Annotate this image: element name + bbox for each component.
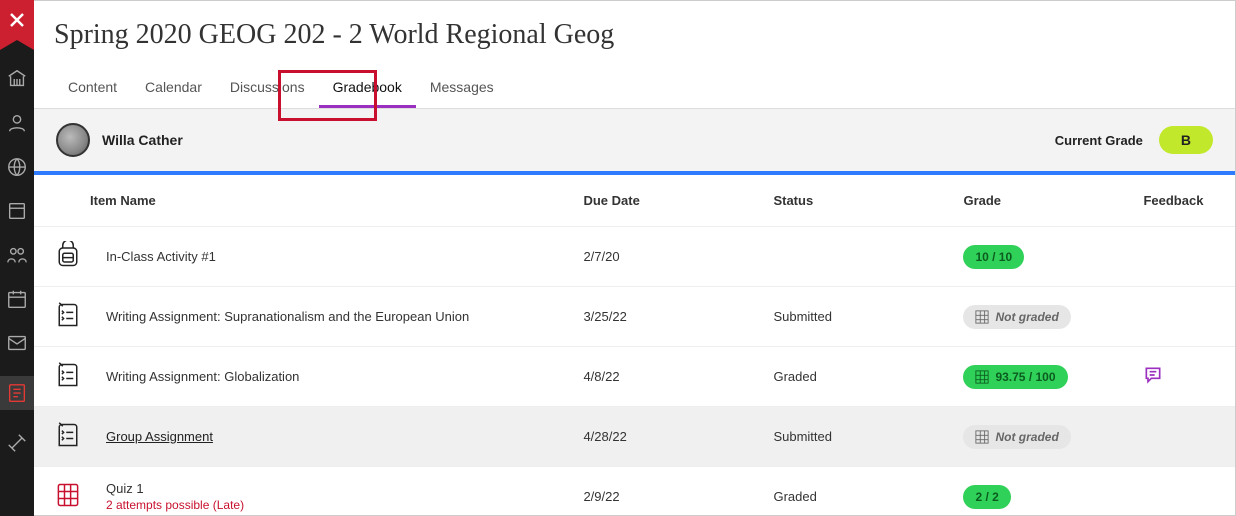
item-feedback — [1131, 347, 1235, 407]
item-name: Group Assignment — [94, 407, 571, 467]
item-name: Quiz 12 attempts possible (Late) — [94, 467, 571, 516]
close-button[interactable] — [0, 0, 34, 40]
item-name: Writing Assignment: Supranationalism and… — [94, 287, 571, 347]
grade-table: Item Name Due Date Status Grade Feedback… — [34, 175, 1235, 515]
grade-pill: 93.75 / 100 — [963, 365, 1067, 389]
grade-table-wrap[interactable]: Item Name Due Date Status Grade Feedback… — [34, 175, 1235, 515]
item-type-icon — [34, 467, 94, 516]
table-row[interactable]: In-Class Activity #1 2/7/20 10 / 10 — [34, 227, 1235, 287]
sidebar-nav — [0, 68, 34, 516]
table-row[interactable]: Writing Assignment: Globalization 4/8/22… — [34, 347, 1235, 407]
table-row[interactable]: Group Assignment 4/28/22 Submitted Not g… — [34, 407, 1235, 467]
close-icon — [9, 12, 25, 28]
calendar-icon[interactable] — [6, 288, 28, 310]
stream-icon[interactable] — [6, 200, 28, 222]
item-type-icon — [34, 287, 94, 347]
institution-icon[interactable] — [6, 68, 28, 90]
tab-content[interactable]: Content — [54, 69, 131, 108]
col-item-name: Item Name — [34, 175, 571, 227]
item-due: 4/28/22 — [571, 407, 761, 467]
col-grade: Grade — [951, 175, 1131, 227]
grades-icon[interactable] — [0, 376, 34, 410]
item-grade: Not graded — [951, 287, 1131, 347]
page-title: Spring 2020 GEOG 202 - 2 World Regional … — [34, 1, 1235, 69]
item-due: 2/9/22 — [571, 467, 761, 516]
student-name: Willa Cather — [102, 132, 183, 148]
left-sidebar — [0, 0, 34, 516]
grade-pill: 2 / 2 — [963, 485, 1010, 509]
item-status: Submitted — [761, 287, 951, 347]
item-grade: 93.75 / 100 — [951, 347, 1131, 407]
item-type-icon — [34, 347, 94, 407]
messages-icon[interactable] — [6, 332, 28, 354]
feedback-icon[interactable] — [1143, 373, 1163, 388]
rubric-icon — [975, 430, 989, 444]
col-due-date: Due Date — [571, 175, 761, 227]
col-feedback: Feedback — [1131, 175, 1235, 227]
item-status: Graded — [761, 347, 951, 407]
tab-discussions[interactable]: Discussions — [216, 69, 319, 108]
item-name: In-Class Activity #1 — [94, 227, 571, 287]
table-row[interactable]: Writing Assignment: Supranationalism and… — [34, 287, 1235, 347]
tab-messages[interactable]: Messages — [416, 69, 508, 108]
item-feedback — [1131, 467, 1235, 516]
rubric-icon — [975, 310, 989, 324]
avatar — [56, 123, 90, 157]
item-status: Graded — [761, 467, 951, 516]
item-due: 3/25/22 — [571, 287, 761, 347]
tools-icon[interactable] — [6, 432, 28, 454]
tab-gradebook[interactable]: Gradebook — [319, 69, 416, 108]
item-status — [761, 227, 951, 287]
item-link[interactable]: Group Assignment — [106, 429, 213, 444]
current-grade-value: B — [1159, 126, 1213, 154]
item-grade: 10 / 10 — [951, 227, 1131, 287]
item-type-icon — [34, 407, 94, 467]
grade-pill: Not graded — [963, 305, 1070, 329]
current-grade-label: Current Grade — [1055, 133, 1143, 148]
grade-pill: 10 / 10 — [963, 245, 1024, 269]
item-due: 2/7/20 — [571, 227, 761, 287]
grade-pill: Not graded — [963, 425, 1070, 449]
student-summary-bar: Willa Cather Current Grade B — [34, 109, 1235, 175]
item-feedback — [1131, 287, 1235, 347]
col-status: Status — [761, 175, 951, 227]
item-name: Writing Assignment: Globalization — [94, 347, 571, 407]
main-panel: Spring 2020 GEOG 202 - 2 World Regional … — [34, 0, 1236, 516]
item-due: 4/8/22 — [571, 347, 761, 407]
community-icon[interactable] — [6, 244, 28, 266]
rubric-icon — [975, 370, 989, 384]
item-subtext: 2 attempts possible (Late) — [106, 498, 559, 512]
item-grade: 2 / 2 — [951, 467, 1131, 516]
item-status: Submitted — [761, 407, 951, 467]
globe-icon[interactable] — [6, 156, 28, 178]
tab-calendar[interactable]: Calendar — [131, 69, 216, 108]
item-feedback — [1131, 407, 1235, 467]
item-grade: Not graded — [951, 407, 1131, 467]
profile-icon[interactable] — [6, 112, 28, 134]
course-tabs: Content Calendar Discussions Gradebook M… — [34, 69, 1235, 109]
item-feedback — [1131, 227, 1235, 287]
item-type-icon — [34, 227, 94, 287]
table-row[interactable]: Quiz 12 attempts possible (Late) 2/9/22 … — [34, 467, 1235, 516]
